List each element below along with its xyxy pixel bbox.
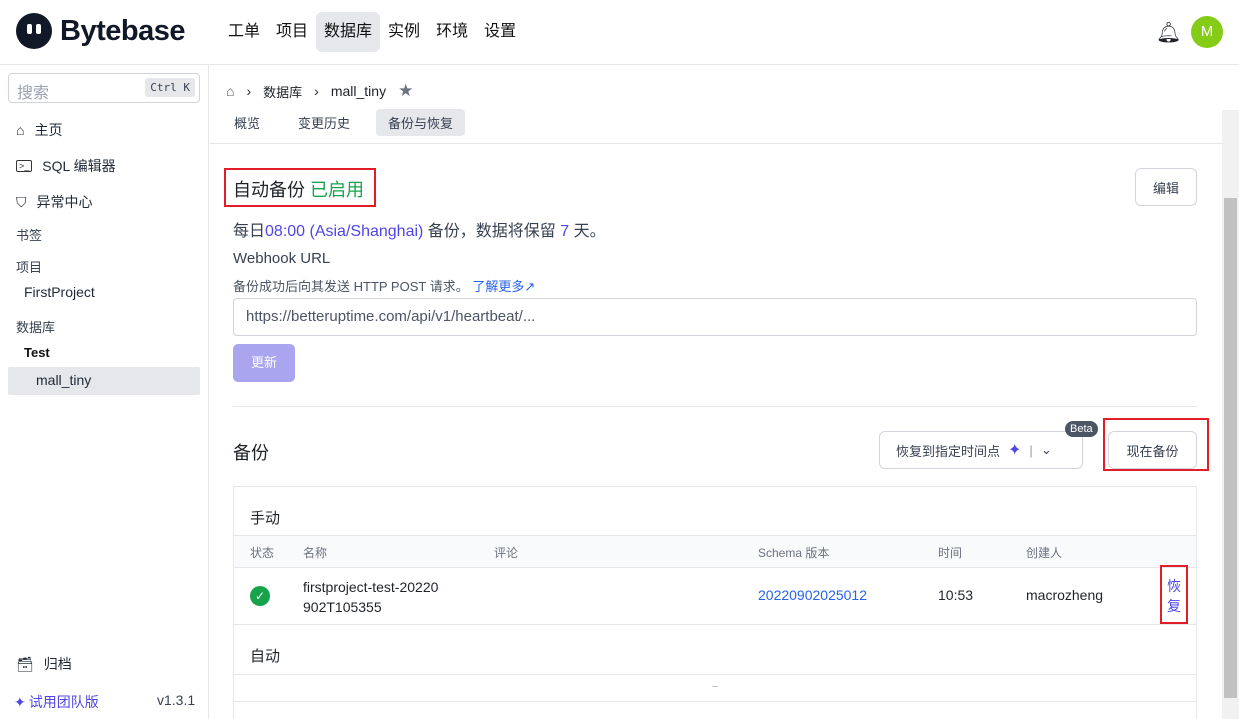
nav-databases[interactable]: 数据库: [316, 12, 381, 52]
tabs: 概览 变更历史 备份与恢复: [222, 109, 466, 136]
breadcrumb-databases[interactable]: 数据库: [263, 82, 302, 101]
table-header: 状态 名称 评论 Schema 版本 时间 创建人: [234, 535, 1196, 568]
col-name: 名称: [303, 546, 328, 560]
search-placeholder: 搜索: [17, 85, 50, 102]
retention-days: 7: [560, 223, 570, 240]
tab-backup-restore[interactable]: 备份与恢复: [376, 109, 466, 136]
version: v1.3.1: [157, 692, 196, 708]
external-link-icon: ↗: [524, 279, 536, 294]
sparkle-icon: ✦: [14, 693, 26, 710]
top-bar: Bytebase 工单 项目 数据库 实例 环境 设置 🔔︎ M: [0, 0, 1239, 65]
home-icon: ⌂: [16, 122, 25, 138]
scrollbar[interactable]: [1222, 110, 1239, 719]
sidebar-item-sql-editor[interactable]: >_ SQL 编辑器: [16, 156, 116, 176]
sidebar-item-label: SQL 编辑器: [42, 158, 116, 174]
chevron-right-icon: ›: [314, 83, 319, 99]
trial-link[interactable]: ✦ 试用团队版: [14, 692, 99, 712]
databases-header: 数据库: [16, 320, 56, 335]
webhook-label: Webhook URL: [233, 250, 331, 267]
schedule-time: 08:00 (Asia/Shanghai): [265, 223, 424, 240]
main-content: ⌂ › 数据库 › mall_tiny ★ 概览 变更历史 备份与恢复 自动备份 已启…: [210, 65, 1239, 719]
pitr-button[interactable]: 恢复到指定时间点 ✦ | ⌄: [879, 431, 1083, 469]
backup-table: 手动 状态 名称 评论 Schema 版本 时间 创建人 ✓ firstproj…: [233, 486, 1197, 719]
nav-instances[interactable]: 实例: [380, 12, 428, 52]
pitr-label: 恢复到指定时间点: [896, 443, 1001, 459]
tab-change-history[interactable]: 变更历史: [286, 109, 362, 136]
auto-section-title: 自动: [250, 648, 281, 665]
sidebar-item-label: 归档: [43, 656, 72, 672]
col-creator: 创建人: [1026, 546, 1063, 560]
schedule-prefix: 每日: [233, 223, 266, 240]
main-nav: 工单 项目 数据库 实例 环境 设置: [220, 12, 524, 52]
separator: |: [1029, 442, 1033, 458]
learn-more-label: 了解更多: [472, 279, 525, 294]
tab-overview[interactable]: 概览: [222, 109, 272, 136]
search-input[interactable]: 搜索 Ctrl K: [8, 73, 200, 103]
nav-environments[interactable]: 环境: [428, 12, 476, 52]
backup-creator: macrozheng: [1026, 587, 1104, 603]
home-icon[interactable]: ⌂: [226, 83, 234, 99]
bookmarks-header: 书签: [16, 228, 43, 243]
bytebase-logo-icon: [16, 13, 52, 49]
col-status: 状态: [250, 546, 275, 560]
sidebar-item-home[interactable]: ⌂ 主页: [16, 120, 62, 140]
auto-backup-title: 自动备份 已启用: [233, 176, 364, 202]
divider: [233, 406, 1197, 407]
divider: [210, 143, 1239, 144]
webhook-desc-text: 备份成功后向其发送 HTTP POST 请求。: [233, 279, 469, 294]
sidebar-item-anomaly[interactable]: ⛉ 异常中心: [16, 192, 93, 212]
success-check-icon: ✓: [250, 586, 270, 606]
bell-icon[interactable]: 🔔︎: [1156, 20, 1181, 45]
star-icon[interactable]: ★: [398, 81, 413, 101]
avatar[interactable]: M: [1191, 16, 1223, 48]
col-time: 时间: [938, 546, 963, 560]
backup-now-button[interactable]: 现在备份: [1108, 431, 1197, 469]
nav-settings[interactable]: 设置: [476, 12, 524, 52]
backups-title: 备份: [233, 443, 269, 463]
schedule-text: 每日08:00 (Asia/Shanghai) 备份，数据将保留 7 天。: [233, 217, 606, 241]
update-button[interactable]: 更新: [233, 344, 295, 382]
chevron-down-icon[interactable]: ⌄: [1041, 442, 1052, 458]
schema-version-link[interactable]: 20220902025012: [758, 587, 867, 603]
table-row[interactable]: ✓ firstproject-test-20220902T105355 2022…: [234, 565, 1196, 625]
manual-section-title: 手动: [250, 510, 281, 527]
schedule-suffix: 天。: [573, 223, 606, 240]
col-comment: 评论: [494, 546, 519, 560]
logo[interactable]: Bytebase: [16, 13, 185, 49]
backup-time: 10:53: [938, 587, 974, 603]
brand-name: Bytebase: [60, 14, 185, 47]
sidebar-item-archive[interactable]: 🗃︎ 归档: [16, 654, 72, 674]
sidebar: 搜索 Ctrl K ⌂ 主页 >_ SQL 编辑器 ⛉ 异常中心 书签 项目 First…: [0, 65, 209, 719]
projects-header: 项目: [16, 260, 43, 275]
sidebar-database[interactable]: mall_tiny: [36, 372, 91, 388]
col-schema-version: Schema 版本: [758, 546, 830, 560]
nav-issues[interactable]: 工单: [220, 12, 268, 52]
terminal-icon: >_: [16, 160, 33, 172]
env-label: Test: [24, 345, 50, 360]
auto-backup-label: 自动备份: [233, 180, 305, 200]
sparkle-icon: ✦: [1008, 442, 1022, 459]
nav-projects[interactable]: 项目: [268, 12, 316, 52]
webhook-desc: 备份成功后向其发送 HTTP POST 请求。 了解更多↗: [233, 276, 535, 295]
shield-icon: ⛉: [16, 193, 27, 210]
auto-empty-row: –: [234, 674, 1196, 702]
scrollbar-thumb[interactable]: [1224, 198, 1237, 698]
sidebar-item-label: 主页: [34, 122, 63, 138]
webhook-url-input[interactable]: https://betteruptime.com/api/v1/heartbea…: [233, 298, 1197, 336]
edit-button[interactable]: 编辑: [1135, 168, 1197, 206]
search-shortcut: Ctrl K: [145, 78, 195, 97]
breadcrumb-db: mall_tiny: [330, 83, 387, 99]
schedule-mid: 备份，数据将保留: [427, 223, 556, 240]
trial-label: 试用团队版: [28, 694, 99, 710]
auto-backup-status: 已启用: [310, 180, 365, 200]
sidebar-project[interactable]: FirstProject: [24, 284, 95, 300]
breadcrumb: ⌂ › 数据库 › mall_tiny ★: [226, 81, 413, 101]
chevron-right-icon: ›: [246, 83, 252, 99]
beta-badge: Beta: [1065, 421, 1098, 437]
sidebar-item-label: 异常中心: [36, 194, 93, 210]
archive-icon: 🗃︎: [16, 655, 34, 672]
learn-more-link[interactable]: 了解更多↗: [472, 279, 535, 294]
backup-name: firstproject-test-20220902T105355: [303, 579, 439, 615]
restore-button[interactable]: 恢复: [1167, 576, 1181, 616]
